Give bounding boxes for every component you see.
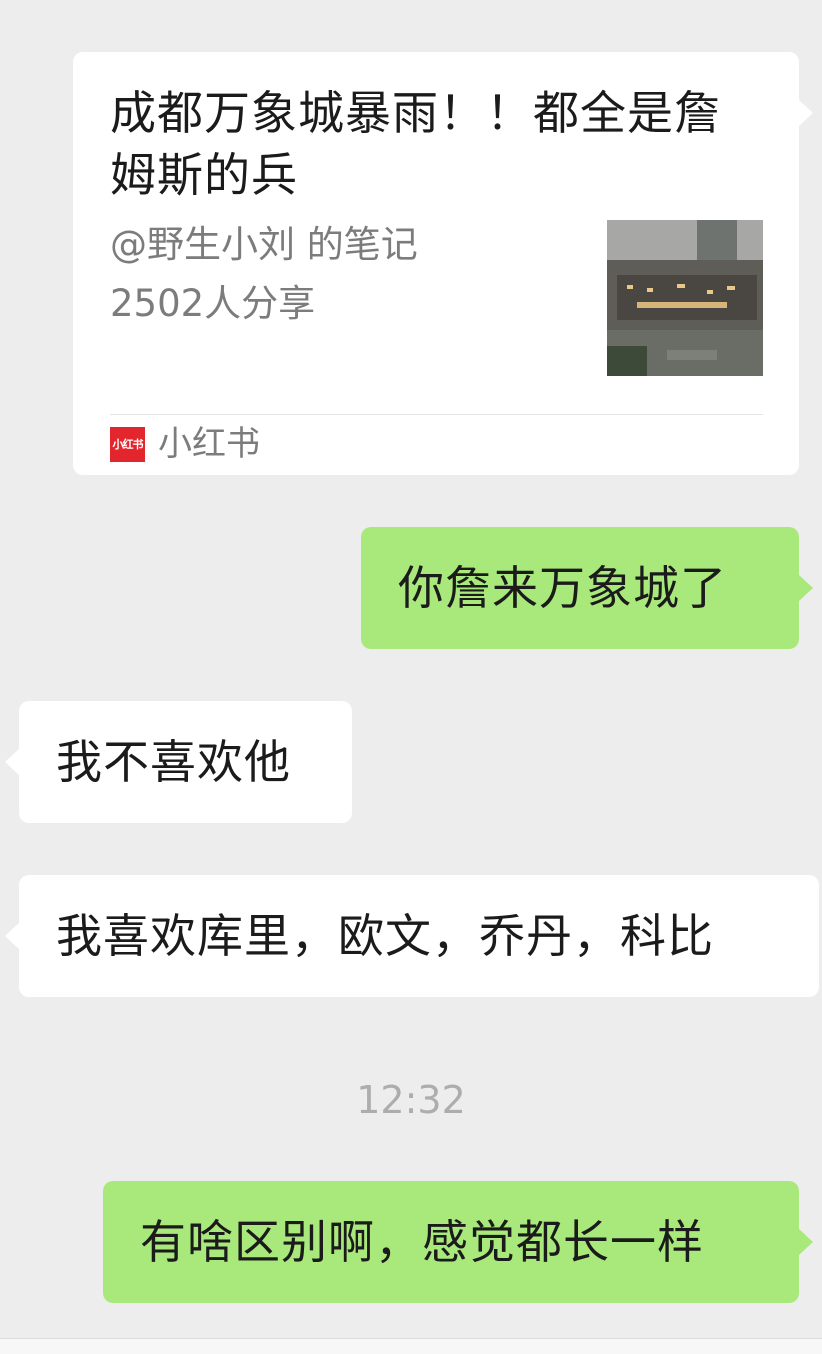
card-thumbnail-image	[607, 220, 763, 376]
message-bubble-outgoing[interactable]: 有啥区别啊，感觉都长一样	[103, 1181, 799, 1303]
bubble-tail	[799, 1229, 813, 1255]
card-title: 成都万象城暴雨！！都全是詹姆斯的兵	[110, 86, 721, 202]
message-text: 有啥区别啊，感觉都长一样	[140, 1215, 704, 1269]
message-text: 你詹来万象城了	[398, 561, 727, 615]
shared-link-card[interactable]: 成都万象城暴雨！！都全是詹姆斯的兵 @野生小刘 的笔记 2502人分享 小红书 …	[73, 52, 799, 475]
bubble-tail	[5, 749, 19, 775]
card-author: @野生小刘 的笔记	[110, 223, 418, 266]
input-bar-edge	[0, 1338, 822, 1354]
card-divider	[110, 414, 763, 415]
message-text: 我不喜欢他	[56, 735, 291, 789]
message-timestamp: 12:32	[356, 1078, 466, 1122]
card-share-count: 2502人分享	[110, 282, 316, 325]
message-bubble-outgoing[interactable]: 你詹来万象城了	[361, 527, 799, 649]
card-source-name: 小红书	[158, 424, 260, 464]
bubble-tail	[799, 575, 813, 601]
mall-photo-image	[607, 220, 763, 376]
message-text: 我喜欢库里，欧文，乔丹，科比	[56, 909, 714, 963]
bubble-tail	[5, 923, 19, 949]
xiaohongshu-logo-icon: 小红书	[110, 427, 145, 462]
message-bubble-incoming[interactable]: 我喜欢库里，欧文，乔丹，科比	[19, 875, 819, 997]
message-bubble-incoming[interactable]: 我不喜欢他	[19, 701, 352, 823]
card-bubble-tail	[799, 100, 813, 126]
